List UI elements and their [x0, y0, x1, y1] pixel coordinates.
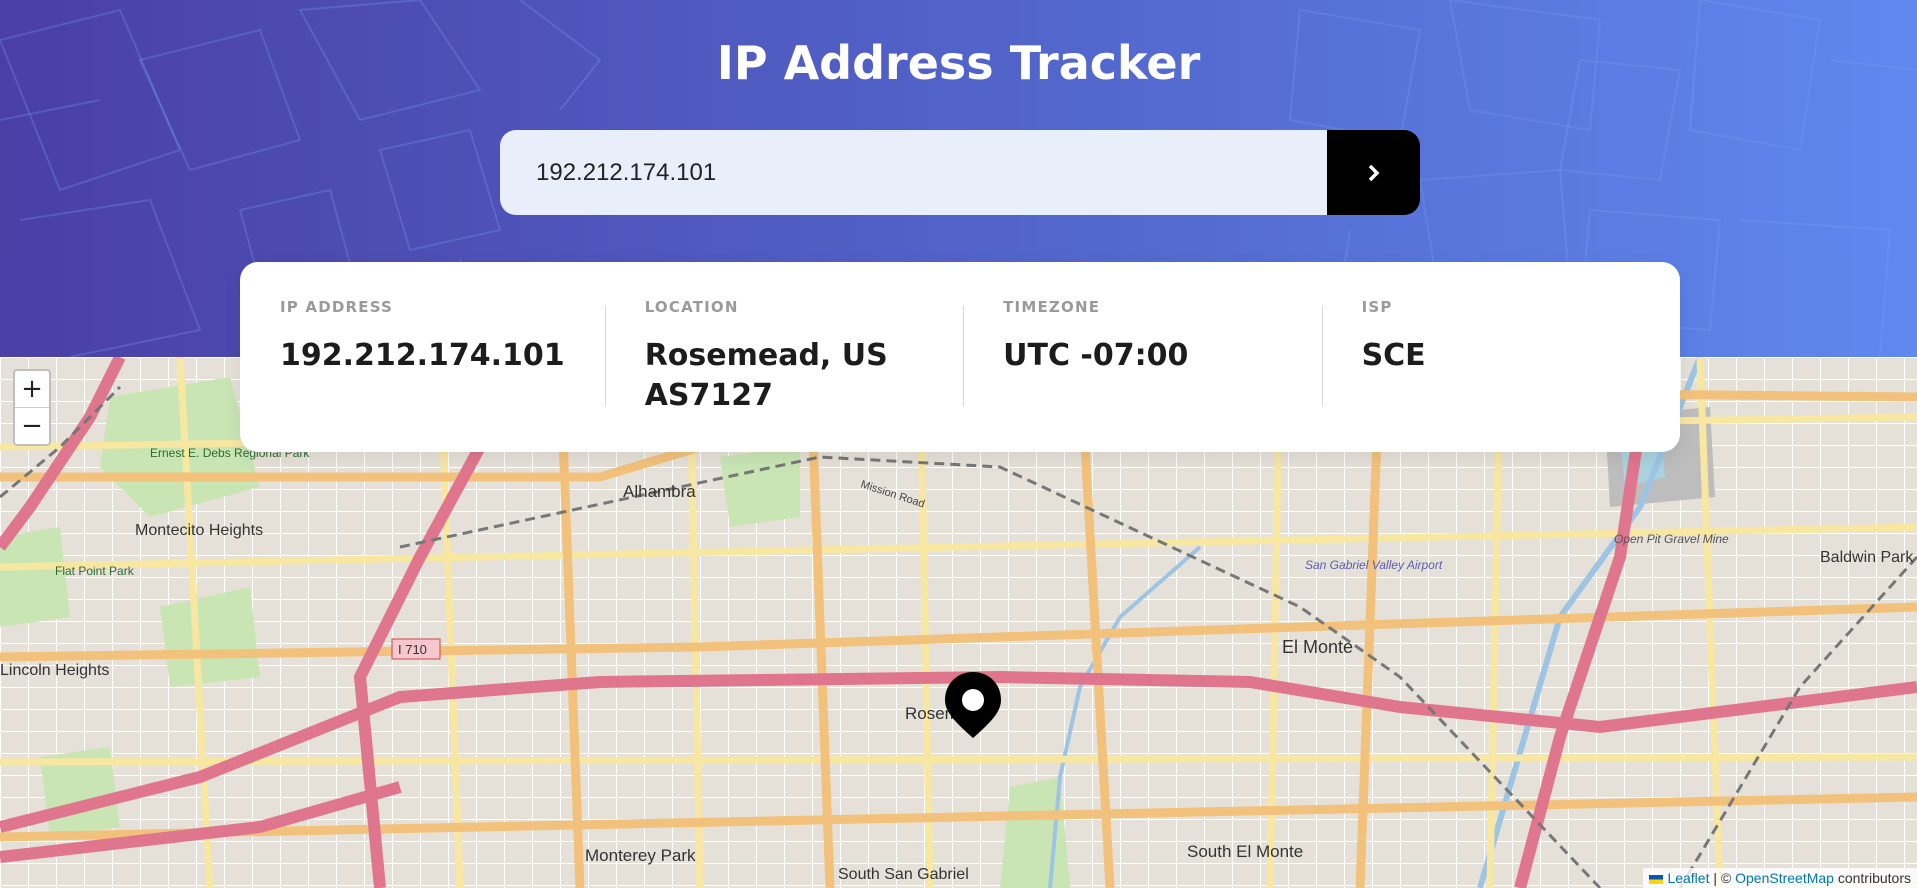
search-submit-button[interactable] — [1327, 130, 1420, 215]
timezone-value: UTC -07:00 — [1003, 338, 1189, 373]
ip-address-value: 192.212.174.101 — [280, 338, 565, 373]
location-asn: AS7127 — [644, 378, 774, 413]
location-pin-icon — [945, 672, 1001, 738]
ip-info-card: IP ADDRESS 192.212.174.101 LOCATION Rose… — [240, 262, 1680, 452]
map-label-flat-point-park: Flat Point Park — [55, 564, 135, 578]
openstreetmap-link[interactable]: OpenStreetMap — [1735, 870, 1834, 886]
map-attribution: Leaflet | © OpenStreetMap contributors — [1643, 868, 1917, 888]
map-label-i710: I 710 — [398, 642, 427, 657]
isp-value: SCE — [1361, 338, 1426, 373]
map-label-south-el-monte: South El Monte — [1187, 842, 1303, 861]
timezone-section: TIMEZONE UTC -07:00 — [963, 262, 1321, 452]
zoom-out-button[interactable]: − — [15, 408, 49, 444]
ip-address-label: IP ADDRESS — [280, 298, 394, 316]
map-label-south-san-gabriel: South San Gabriel — [838, 866, 969, 883]
map-label-airport: San Gabriel Valley Airport — [1305, 558, 1443, 572]
isp-section: ISP SCE — [1321, 262, 1680, 452]
attribution-contributors: contributors — [1837, 870, 1911, 886]
zoom-in-button[interactable]: + — [15, 371, 49, 408]
map-label-alhambra: Alhambra — [623, 482, 696, 501]
attribution-separator: | © — [1713, 870, 1732, 886]
timezone-label: TIMEZONE — [1003, 298, 1101, 316]
page-title: IP Address Tracker — [716, 36, 1201, 90]
location-label: LOCATION — [644, 298, 739, 316]
location-section: LOCATION Rosemead, US AS7127 — [604, 262, 963, 452]
ip-address-section: IP ADDRESS 192.212.174.101 — [240, 262, 605, 452]
isp-label: ISP — [1361, 298, 1393, 316]
map-label-el-monte: El Monte — [1282, 637, 1353, 657]
leaflet-link[interactable]: Leaflet — [1667, 870, 1709, 886]
search-bar — [500, 130, 1420, 215]
map-label-monterey-park: Monterey Park — [585, 846, 696, 865]
map-label-open-pit: Open Pit Gravel Mine — [1614, 532, 1729, 546]
zoom-control: + − — [13, 369, 51, 446]
map-label-baldwin-park: Baldwin Park — [1820, 549, 1914, 566]
chevron-right-icon — [1368, 164, 1379, 181]
map-label-lincoln-heights: Lincoln Heights — [0, 662, 109, 679]
location-city: Rosemead, US — [644, 338, 888, 373]
ukraine-flag-icon — [1649, 874, 1664, 884]
map-label-montecito-heights: Montecito Heights — [135, 522, 263, 539]
ip-search-input[interactable] — [500, 130, 1327, 215]
location-value: Rosemead, US AS7127 — [645, 336, 923, 416]
